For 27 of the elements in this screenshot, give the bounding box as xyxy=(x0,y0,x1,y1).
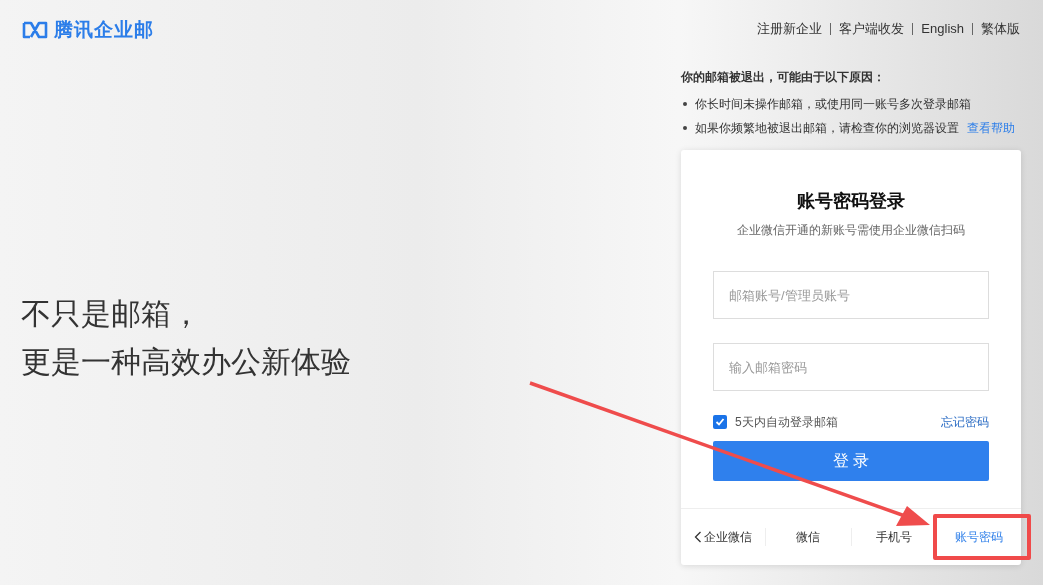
notice-item: 如果你频繁地被退出邮箱，请检查你的浏览器设置 xyxy=(695,120,959,137)
logo-text: 腾讯企业邮 xyxy=(54,18,154,42)
forgot-password-link[interactable]: 忘记密码 xyxy=(941,413,989,431)
remember-checkbox[interactable] xyxy=(713,415,727,429)
slogan-line: 不只是邮箱， xyxy=(21,296,202,332)
login-tab[interactable]: 微信 xyxy=(766,509,851,565)
checkmark-icon xyxy=(715,417,725,427)
bullet-icon xyxy=(683,102,687,106)
top-link[interactable]: 注册新企业 xyxy=(757,19,823,39)
top-link[interactable]: English xyxy=(921,19,964,39)
login-tab[interactable]: 企业微信 xyxy=(681,509,766,565)
notice-item: 你长时间未操作邮箱，或使用同一账号多次登录邮箱 xyxy=(695,96,971,113)
top-link[interactable]: 繁体版 xyxy=(981,19,1020,39)
password-field[interactable]: 输入邮箱密码 xyxy=(713,343,989,391)
login-title: 账号密码登录 xyxy=(796,190,906,213)
chevron-left-icon xyxy=(694,531,703,543)
top-link[interactable]: 客户端收发 xyxy=(839,19,905,39)
login-tab[interactable]: 手机号 xyxy=(851,509,936,565)
remember-label: 5天内自动登录邮箱 xyxy=(735,414,838,431)
account-field[interactable]: 邮箱账号/管理员账号 xyxy=(713,271,989,319)
logo-icon xyxy=(22,21,48,40)
login-subtitle: 企业微信开通的新账号需使用企业微信扫码 xyxy=(736,222,966,239)
slogan-line: 更是一种高效办公新体验 xyxy=(21,344,352,380)
login-tab[interactable]: 账号密码 xyxy=(936,509,1021,565)
login-button[interactable]: 登 录 xyxy=(713,441,989,481)
notice-title: 你的邮箱被退出，可能由于以下原因： xyxy=(681,69,886,86)
bullet-icon xyxy=(683,126,687,130)
